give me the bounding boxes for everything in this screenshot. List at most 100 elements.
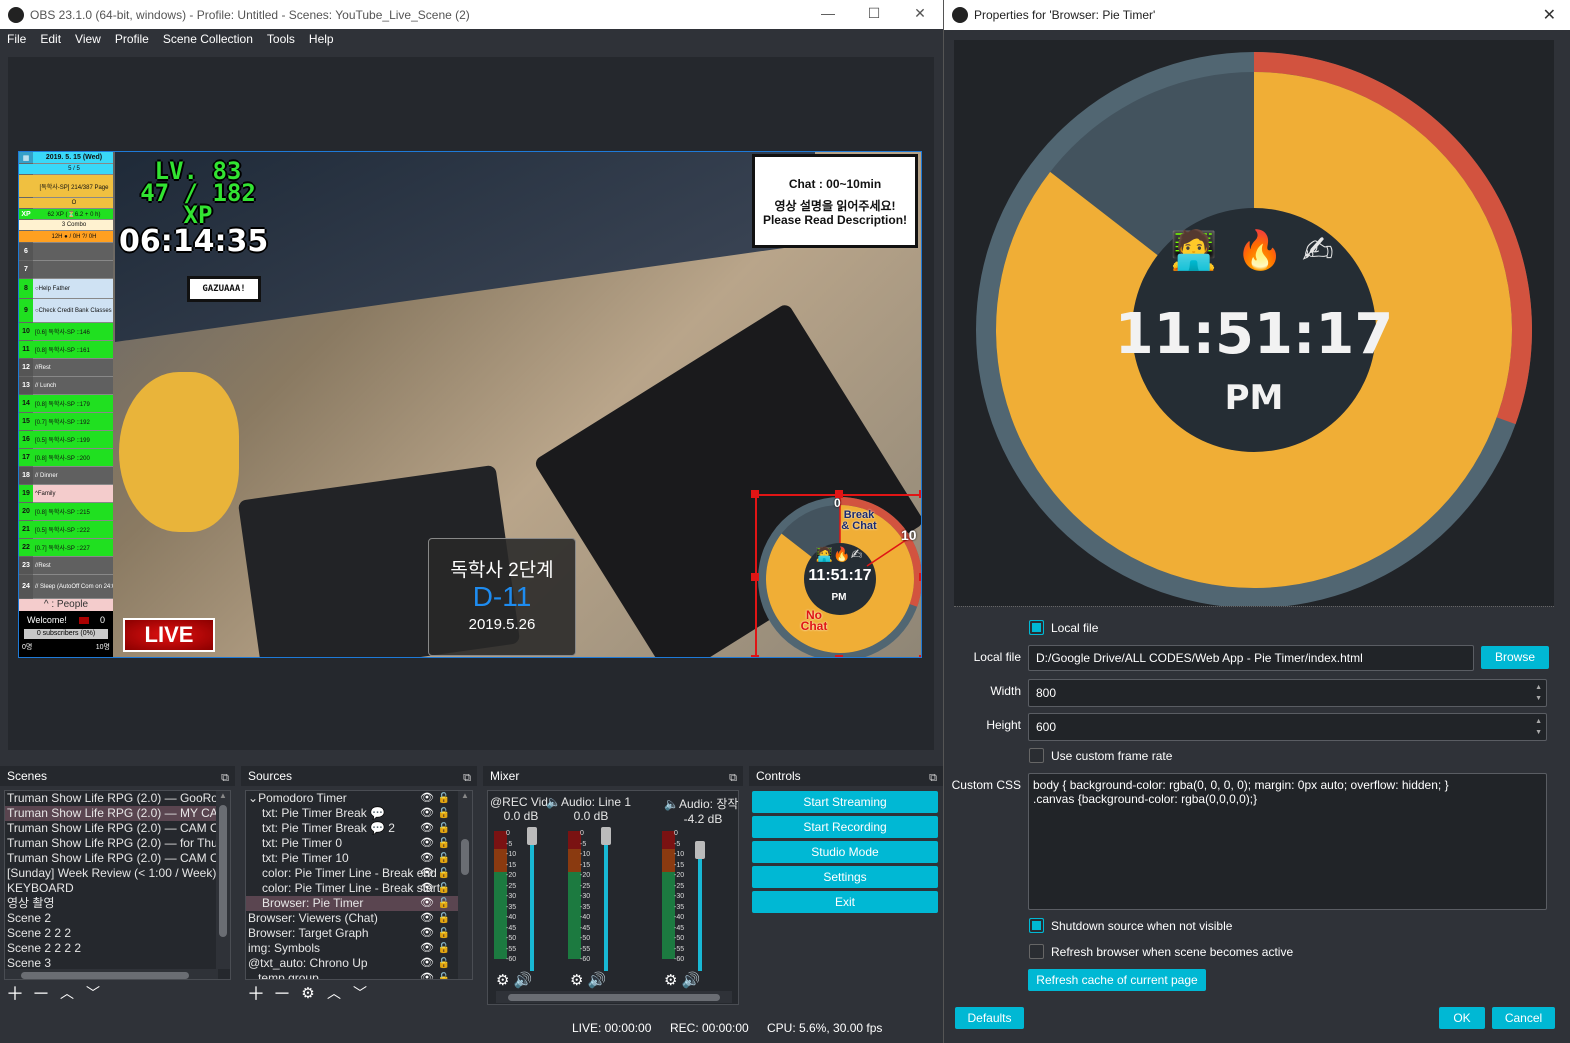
- source-item[interactable]: img: Symbols 👁 🔓: [246, 941, 458, 956]
- height-spin-up-icon[interactable]: ▲: [1535, 717, 1542, 727]
- source-group[interactable]: ⌄Pomodoro Timer 👁 🔓: [246, 791, 458, 806]
- volume-fader-handle[interactable]: [527, 827, 537, 845]
- scroll-up-icon[interactable]: ▲: [216, 791, 230, 800]
- start-recording-button[interactable]: Start Recording: [752, 816, 938, 838]
- minimize-button[interactable]: —: [805, 0, 851, 29]
- height-spin-down-icon[interactable]: ▼: [1535, 728, 1542, 738]
- lock-icon[interactable]: 🔓: [438, 971, 450, 979]
- source-item[interactable]: color: Pie Timer Line - Break start 👁 🔓: [246, 881, 458, 896]
- settings-button[interactable]: Settings: [752, 866, 938, 888]
- start-streaming-button[interactable]: Start Streaming: [752, 791, 938, 813]
- mute-speaker-icon[interactable]: 🔊: [588, 972, 607, 989]
- defaults-button[interactable]: Defaults: [955, 1007, 1024, 1029]
- visibility-eye-icon[interactable]: 👁: [420, 791, 434, 806]
- preview-splitter[interactable]: [954, 606, 1554, 607]
- menu-edit[interactable]: Edit: [33, 32, 68, 46]
- undock-icon[interactable]: ⧉: [929, 768, 937, 788]
- width-spin-down-icon[interactable]: ▼: [1535, 694, 1542, 704]
- move-source-up-button[interactable]: ︿: [325, 983, 343, 1003]
- height-input[interactable]: 600 ▲ ▼: [1028, 713, 1547, 741]
- resize-handle-b[interactable]: [835, 655, 843, 657]
- source-item[interactable]: @txt_auto: Chrono Up 👁 🔓: [246, 956, 458, 971]
- resize-handle-r[interactable]: [919, 573, 921, 581]
- visibility-eye-icon[interactable]: 👁: [420, 896, 434, 911]
- custom-frame-rate-checkbox[interactable]: Use custom frame rate: [1029, 748, 1172, 763]
- source-item[interactable]: txt: Pie Timer 0 👁 🔓: [246, 836, 458, 851]
- volume-fader-handle[interactable]: [601, 827, 611, 845]
- undock-icon[interactable]: ⧉: [729, 768, 737, 788]
- source-item[interactable]: txt: Pie Timer Break 💬 👁 🔓: [246, 806, 458, 821]
- add-scene-button[interactable]: ＋: [6, 980, 24, 1006]
- source-item[interactable]: txt: Pie Timer 10 👁 🔓: [246, 851, 458, 866]
- mixer-hscrollbar[interactable]: [496, 991, 732, 1003]
- source-item[interactable]: Browser: Viewers (Chat) 👁 🔓: [246, 911, 458, 926]
- refresh-browser-checkbox[interactable]: Refresh browser when scene becomes activ…: [1029, 944, 1293, 959]
- scenes-hscrollbar[interactable]: [5, 969, 218, 979]
- lock-icon[interactable]: 🔓: [438, 866, 450, 881]
- lock-icon[interactable]: 🔓: [438, 806, 450, 821]
- browse-button[interactable]: Browse: [1481, 646, 1549, 669]
- menu-view[interactable]: View: [68, 32, 108, 46]
- undock-icon[interactable]: ⧉: [463, 768, 471, 788]
- visibility-eye-icon[interactable]: 👁: [420, 881, 434, 896]
- scene-item[interactable]: KEYBOARD: [5, 881, 216, 896]
- visibility-eye-icon[interactable]: 👁: [420, 836, 434, 851]
- lock-icon[interactable]: 🔓: [438, 791, 450, 806]
- mute-speaker-icon[interactable]: 🔊: [682, 972, 701, 989]
- resize-handle-t[interactable]: [835, 490, 843, 498]
- scroll-up-icon[interactable]: ▲: [458, 791, 472, 800]
- move-scene-up-button[interactable]: ︿: [58, 983, 76, 1003]
- lock-icon[interactable]: 🔓: [438, 926, 450, 941]
- channel-settings-gear-icon[interactable]: ⚙: [664, 972, 677, 989]
- volume-fader[interactable]: [698, 845, 702, 971]
- width-spin-up-icon[interactable]: ▲: [1535, 683, 1542, 693]
- ok-button[interactable]: OK: [1439, 1007, 1485, 1029]
- lock-icon[interactable]: 🔓: [438, 851, 450, 866]
- refresh-cache-button[interactable]: Refresh cache of current page: [1028, 969, 1206, 991]
- width-input[interactable]: 800 ▲ ▼: [1028, 679, 1547, 707]
- sources-list[interactable]: ⌄Pomodoro Timer 👁 🔓 txt: Pie Timer Break 💬 👁…: [245, 790, 473, 980]
- lock-icon[interactable]: 🔓: [438, 956, 450, 971]
- volume-fader[interactable]: [604, 831, 608, 971]
- channel-settings-gear-icon[interactable]: ⚙: [496, 972, 509, 989]
- close-button[interactable]: ✕: [897, 0, 943, 29]
- scenes-hscroll-thumb[interactable]: [21, 972, 189, 979]
- resize-handle-bl[interactable]: [751, 655, 759, 657]
- scene-item[interactable]: Scene 2: [5, 911, 216, 926]
- visibility-eye-icon[interactable]: 👁: [420, 956, 434, 971]
- local-file-input[interactable]: D:/Google Drive/ALL CODES/Web App - Pie …: [1028, 645, 1474, 671]
- lock-icon[interactable]: 🔓: [438, 941, 450, 956]
- source-item[interactable]: Browser: Pie Timer 👁 🔓: [246, 896, 458, 911]
- channel-settings-gear-icon[interactable]: ⚙: [570, 972, 583, 989]
- scene-item[interactable]: Truman Show Life RPG (2.0) — CAM ONLY: [5, 851, 230, 866]
- lock-icon[interactable]: 🔓: [438, 911, 450, 926]
- move-scene-down-button[interactable]: ﹀: [84, 983, 102, 1003]
- visibility-eye-icon[interactable]: 👁: [420, 866, 434, 881]
- volume-fader-handle[interactable]: [695, 841, 705, 859]
- shutdown-source-checkbox[interactable]: Shutdown source when not visible: [1029, 918, 1232, 933]
- exit-button[interactable]: Exit: [752, 891, 938, 913]
- source-item[interactable]: txt: Pie Timer Break 💬 2 👁 🔓: [246, 821, 458, 836]
- visibility-eye-icon[interactable]: 👁: [420, 926, 434, 941]
- scenes-vscroll-thumb[interactable]: [219, 805, 227, 937]
- sources-vscroll-thumb[interactable]: [461, 839, 469, 875]
- move-source-down-button[interactable]: ﹀: [351, 983, 369, 1003]
- visibility-eye-icon[interactable]: 👁: [420, 851, 434, 866]
- group-expand-icon[interactable]: ⌄: [248, 971, 258, 979]
- scene-item[interactable]: Scene 2 2 2 2: [5, 941, 216, 956]
- preview-canvas[interactable]: ▦ 2019. 5. 15 (Wed) 5 / 5 [독학사-SP] 214/38…: [18, 151, 922, 658]
- remove-scene-button[interactable]: －: [32, 980, 50, 1006]
- custom-css-textarea[interactable]: body { background-color: rgba(0, 0, 0, 0…: [1028, 773, 1547, 910]
- source-item[interactable]: color: Pie Timer Line - Break end 👁 🔓: [246, 866, 458, 881]
- scene-item[interactable]: Truman Show Life RPG (2.0) — CAM ONLY!: [5, 821, 230, 836]
- remove-source-button[interactable]: －: [273, 980, 291, 1006]
- menu-help[interactable]: Help: [302, 32, 341, 46]
- refresh-browser-check-box[interactable]: [1029, 944, 1044, 959]
- cancel-button[interactable]: Cancel: [1492, 1007, 1555, 1029]
- scene-item[interactable]: Truman Show Life RPG (2.0) — for Thumbna: [5, 836, 230, 851]
- volume-fader[interactable]: [530, 831, 534, 971]
- menu-scene-collection[interactable]: Scene Collection: [156, 32, 260, 46]
- lock-icon[interactable]: 🔓: [438, 896, 450, 911]
- shutdown-source-check-box[interactable]: [1029, 918, 1044, 933]
- lock-icon[interactable]: 🔓: [438, 881, 450, 896]
